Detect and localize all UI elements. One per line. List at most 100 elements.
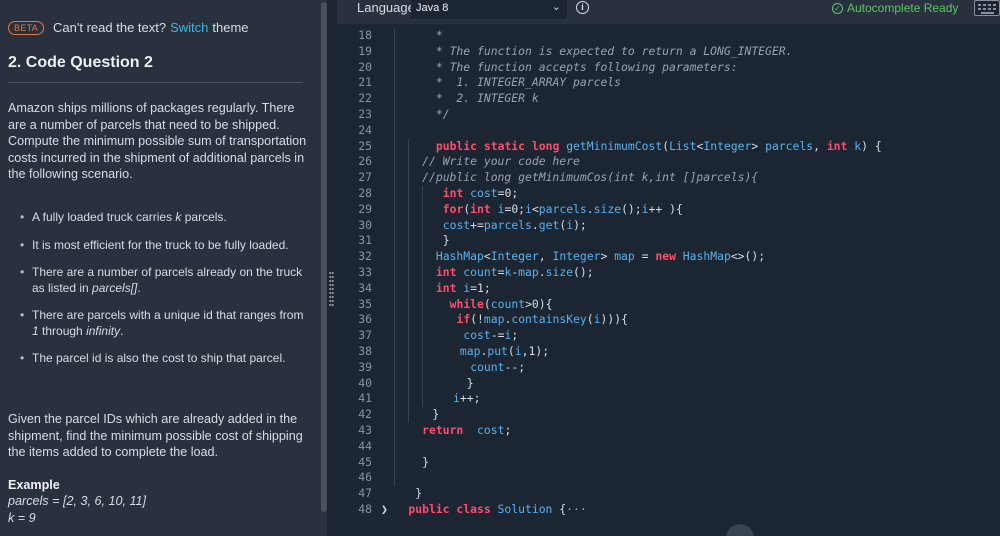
indent-guide: [394, 438, 395, 455]
code-line[interactable]: 25 public static long getMinimumCost(List…: [337, 138, 1000, 155]
line-number: 22: [358, 91, 372, 106]
code-line[interactable]: 28 int cost=0;: [337, 185, 1000, 202]
code-line[interactable]: 21 * 1. INTEGER_ARRAY parcels: [337, 75, 1000, 92]
code-line[interactable]: 33 int count=k-map.size();: [337, 264, 1000, 281]
code-token: ++;: [459, 391, 481, 406]
scroll-indicator[interactable]: [726, 524, 754, 536]
code-token: <>();: [730, 249, 766, 264]
code-line[interactable]: 46: [337, 470, 1000, 487]
code-line[interactable]: 19 * The function is expected to return a…: [337, 43, 1000, 60]
code-line[interactable]: 43 return cost;: [337, 422, 1000, 439]
rule-text: A fully loaded truck carries: [32, 210, 176, 224]
line-number: 36: [358, 312, 372, 327]
line-number: 23: [358, 106, 372, 121]
code-text: cost+=parcels.get(i);: [443, 218, 587, 234]
indent-guide: [408, 233, 409, 250]
code-line[interactable]: 30 cost+=parcels.get(i);: [337, 217, 1000, 234]
code-text: count--;: [470, 360, 525, 376]
code-text: public static long getMinimumCost(List<I…: [436, 139, 882, 155]
indent-guide: [422, 391, 423, 408]
indent-guide: [408, 201, 409, 218]
indent-guide: [394, 296, 395, 313]
code-token: ,1);: [521, 343, 550, 358]
line-number: 41: [358, 391, 372, 406]
line-number: 43: [358, 422, 372, 437]
code-token: }: [422, 454, 429, 469]
line-number: 29: [358, 201, 372, 216]
code-line[interactable]: 48 ❯ public class Solution {···: [337, 502, 1000, 518]
code-token: parcels: [765, 138, 814, 153]
code-editor[interactable]: Language Java 8 ⌄ i ✓ Autocomplete Ready…: [337, 0, 1000, 536]
code-line[interactable]: 20 * The function accepts following param…: [337, 59, 1000, 76]
code-line[interactable]: 34 int i=1;: [337, 280, 1000, 297]
code-text: }: [443, 233, 450, 249]
code-line[interactable]: 31}: [337, 233, 1000, 250]
code-line[interactable]: 40}: [337, 375, 1000, 392]
code-token: Solution: [497, 501, 553, 516]
line-number: 18: [358, 28, 372, 42]
code-line[interactable]: 24: [337, 122, 1000, 139]
code-line[interactable]: 45}: [337, 454, 1000, 471]
code-token: ···: [566, 501, 587, 516]
autocomplete-status[interactable]: ✓ Autocomplete Ready: [832, 1, 958, 15]
indent-guide: [422, 296, 423, 313]
indent-guide: [394, 106, 395, 123]
code-token: (: [483, 296, 491, 311]
indent-guide: [422, 375, 423, 392]
fold-chevron-icon[interactable]: ❯: [381, 502, 388, 518]
code-line[interactable]: 41 i++;: [337, 391, 1000, 408]
language-select[interactable]: Java 8 ⌄: [411, 0, 567, 19]
code-token: long: [531, 138, 560, 153]
panel-divider[interactable]: [327, 0, 337, 536]
rule-text: There are a number of parcels already on…: [32, 265, 303, 295]
keyboard-icon[interactable]: [974, 0, 1000, 16]
resize-handle-icon[interactable]: [329, 271, 334, 307]
indent-guide: [422, 328, 423, 344]
rule-item: There are a number of parcels already on…: [20, 265, 310, 296]
line-number: 19: [358, 43, 372, 58]
code-token: int: [826, 138, 848, 153]
code-line[interactable]: 36 if(!map.containsKey(i))){: [337, 312, 1000, 329]
indent-guide: [408, 170, 409, 186]
line-number: 31: [358, 233, 372, 248]
code-token: count: [463, 264, 498, 279]
code-token: List: [669, 138, 697, 153]
code-token: >: [600, 249, 615, 264]
code-token: ;: [504, 422, 512, 437]
indent-guide: [408, 375, 409, 392]
code-line[interactable]: 37 cost-=i;: [337, 328, 1000, 344]
code-line[interactable]: 38 map.put(i,1);: [337, 343, 1000, 360]
example-k: k = 9: [8, 511, 36, 525]
code-line[interactable]: 29 for(int i=0;i<parcels.size();i++ ){: [337, 201, 1000, 218]
code-token: ,: [538, 249, 553, 264]
code-line[interactable]: 18 *: [337, 28, 1000, 44]
code-token: HashMap: [435, 249, 484, 264]
code-line[interactable]: 39 count--;: [337, 359, 1000, 376]
indent-guide: [408, 328, 409, 344]
line-number: 21: [358, 75, 372, 90]
indent-guide: [408, 154, 409, 171]
indent-guide: [394, 91, 395, 107]
code-line[interactable]: 44: [337, 438, 1000, 455]
code-line[interactable]: 42}: [337, 407, 1000, 423]
code-area[interactable]: 18 * 19 * The function is expected to retur…: [337, 28, 1000, 518]
code-line[interactable]: 22 * 2. INTEGER k: [337, 91, 1000, 107]
code-token: <: [531, 201, 539, 216]
theme-banner: BETA Can't read the text? Switch theme: [8, 20, 249, 35]
code-line[interactable]: 27 //public long getMinimumCos(int k,int …: [337, 170, 1000, 186]
code-token: i: [593, 312, 601, 327]
code-token: HashMap: [682, 249, 731, 264]
info-icon[interactable]: i: [576, 1, 589, 14]
switch-theme-link[interactable]: Switch: [170, 20, 208, 35]
rule-emphasis: parcels[]: [92, 280, 138, 295]
code-line[interactable]: 32 HashMap<Integer, Integer> map = new Ha…: [337, 249, 1000, 265]
code-line[interactable]: 35 while(count>0){: [337, 296, 1000, 313]
indent-guide: [394, 391, 395, 408]
code-line[interactable]: 23 */: [337, 106, 1000, 123]
indent-guide: [394, 343, 395, 360]
code-line[interactable]: 26 // Write your code here: [337, 154, 1000, 171]
rules-list: A fully loaded truck carries k parcels. I…: [20, 210, 310, 379]
code-line[interactable]: 47}: [337, 486, 1000, 502]
problem-given: Given the parcel IDs which are already a…: [8, 412, 303, 459]
code-token: int: [442, 185, 464, 200]
